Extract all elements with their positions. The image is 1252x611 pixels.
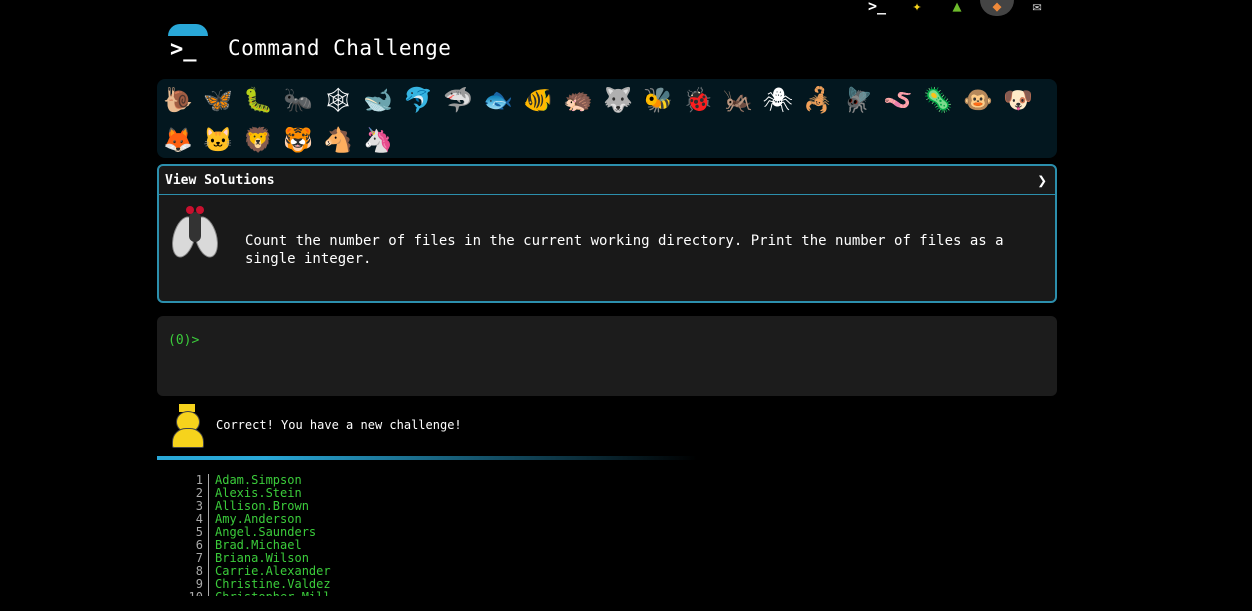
view-solutions-toggle[interactable]: View Solutions ❯ xyxy=(159,166,1055,195)
monkey-icon[interactable]: 🐵 xyxy=(961,83,995,117)
assistant-avatar-icon xyxy=(170,404,204,448)
lion-icon[interactable]: 🦁 xyxy=(241,123,275,157)
challenge-panel: View Solutions ❯ Count the number of fil… xyxy=(157,164,1057,303)
whale-icon[interactable]: 🐋 xyxy=(361,83,395,117)
line-number: 10 xyxy=(183,591,209,596)
cat-icon[interactable]: 🐱 xyxy=(201,123,235,157)
assistant-body xyxy=(172,428,204,448)
badge-icon[interactable]: ◆ xyxy=(980,0,1014,16)
wolf-icon[interactable]: 🐺 xyxy=(601,83,635,117)
file-name: Christopher.Mill xyxy=(209,591,331,597)
snail-icon[interactable]: 🐌 xyxy=(161,83,195,117)
divider xyxy=(157,456,697,460)
terminal-input-area[interactable]: (0)> xyxy=(157,316,1057,396)
page-header: >_ Command Challenge xyxy=(162,22,762,70)
caterpillar-icon[interactable]: 🐛 xyxy=(241,83,275,117)
animal-row-2: 🦊 🐱 🦁 🐯 🐴 🦄 xyxy=(161,123,401,157)
mail-icon[interactable]: ✉ xyxy=(1020,0,1054,16)
fly-eye-left xyxy=(186,206,194,214)
list-item: 10Christopher.Mill xyxy=(183,591,331,596)
ladybug-icon[interactable]: 🐞 xyxy=(681,83,715,117)
tropical-fish-icon[interactable]: 🐠 xyxy=(521,83,555,117)
logo-prompt: >_ xyxy=(170,37,197,62)
spider-icon[interactable]: 🕷 xyxy=(761,83,795,117)
fox-icon[interactable]: 🦊 xyxy=(161,123,195,157)
top-icon-bar: >_ ✦ ▲ ◆ ✉ xyxy=(860,0,1054,16)
ant-icon[interactable]: 🐜 xyxy=(281,83,315,117)
page-title: Command Challenge xyxy=(228,36,452,60)
bee-icon[interactable]: 🐝 xyxy=(641,83,675,117)
logo-icon[interactable]: >_ xyxy=(166,22,208,66)
fly-icon[interactable]: 🪰 xyxy=(841,83,875,117)
horse-icon[interactable]: 🐴 xyxy=(321,123,355,157)
view-solutions-label: View Solutions xyxy=(165,173,275,188)
butterfly-icon[interactable]: 🦋 xyxy=(201,83,235,117)
fly-icon xyxy=(167,206,223,261)
spider-web-icon[interactable]: 🕸 xyxy=(321,83,355,117)
terminal-icon[interactable]: >_ xyxy=(860,0,894,16)
tiger-icon[interactable]: 🐯 xyxy=(281,123,315,157)
fly-body xyxy=(189,212,201,242)
tree-icon[interactable]: ▲ xyxy=(940,0,974,16)
hedgehog-icon[interactable]: 🦔 xyxy=(561,83,595,117)
animal-row-1: 🐌 🦋 🐛 🐜 🕸 🐋 🐬 🦈 🐟 🐠 🦔 🐺 🐝 🐞 🦗 🕷 🦂 🪰 🪱 🦠 🐵 🐶 xyxy=(161,83,1041,117)
fly-eye-right xyxy=(196,206,204,214)
terminal-output-list: 1 Adam.Simpson 2 Alexis.Stein 3 Allison.Brown… xyxy=(183,474,331,596)
cricket-icon[interactable]: 🦗 xyxy=(721,83,755,117)
fish-icon[interactable]: 🐟 xyxy=(481,83,515,117)
dog-icon[interactable]: 🐶 xyxy=(1001,83,1035,117)
worm-icon[interactable]: 🪱 xyxy=(881,83,915,117)
logo-cap xyxy=(168,24,208,36)
microbe-icon[interactable]: 🦠 xyxy=(921,83,955,117)
challenge-description: Count the number of files in the current… xyxy=(245,233,1004,267)
footer-text xyxy=(420,604,780,610)
lightbulb-icon[interactable]: ✦ xyxy=(900,0,934,16)
chevron-right-icon[interactable]: ❯ xyxy=(1037,171,1047,190)
shark-icon[interactable]: 🦈 xyxy=(441,83,475,117)
status-message: Correct! You have a new challenge! xyxy=(216,418,462,432)
scorpion-icon[interactable]: 🦂 xyxy=(801,83,835,117)
unicorn-icon[interactable]: 🦄 xyxy=(361,123,395,157)
terminal-prompt: (0)> xyxy=(168,333,200,348)
dolphin-icon[interactable]: 🐬 xyxy=(401,83,435,117)
challenge-animal-bar: 🐌 🦋 🐛 🐜 🕸 🐋 🐬 🦈 🐟 🐠 🦔 🐺 🐝 🐞 🦗 🕷 🦂 🪰 🪱 🦠 🐵 🐶 🦊 🐱 🦁 🐯 🐴 🦄 xyxy=(157,79,1057,158)
